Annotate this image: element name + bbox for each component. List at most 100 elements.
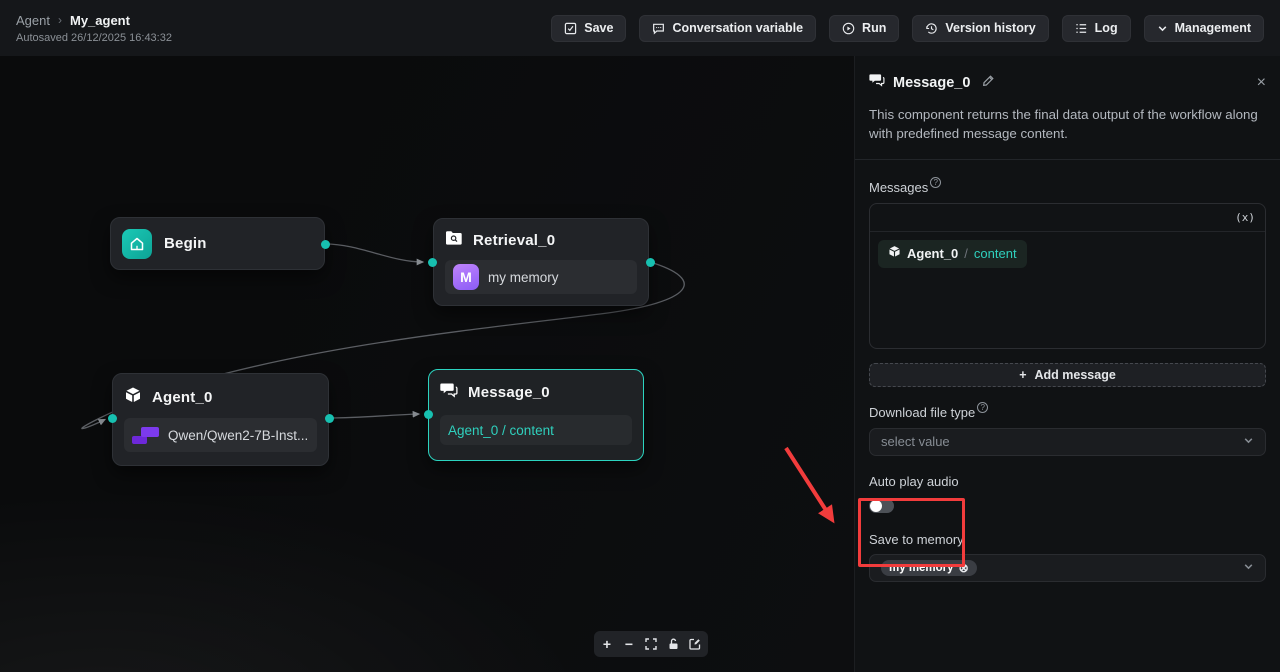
add-message-label: Add message bbox=[1035, 368, 1116, 382]
reference-field-name: content bbox=[974, 246, 1017, 261]
reference-node-name: Agent_0 bbox=[907, 246, 958, 261]
run-button[interactable]: Run bbox=[829, 15, 899, 42]
save-button-label: Save bbox=[584, 21, 613, 35]
panel-title: Message_0 bbox=[893, 75, 970, 91]
breadcrumb-agent[interactable]: Agent bbox=[16, 13, 50, 28]
message-icon bbox=[440, 382, 458, 403]
edge-begin-retrieval bbox=[325, 244, 423, 262]
messages-editor[interactable]: (x) Agent_0 / content bbox=[869, 203, 1266, 349]
messages-label: Messages bbox=[869, 180, 928, 195]
version-history-label: Version history bbox=[945, 21, 1035, 35]
download-file-type-placeholder: select value bbox=[881, 434, 950, 449]
messages-label-row: Messages ? bbox=[869, 180, 1266, 195]
topbar: Agent › My_agent Autosaved 26/12/2025 16… bbox=[0, 0, 1280, 56]
handle-agent-in[interactable] bbox=[108, 414, 117, 423]
topbar-actions: Save Conversation variable Run Version h… bbox=[551, 15, 1264, 42]
compose-icon[interactable] bbox=[686, 635, 704, 653]
management-button-label: Management bbox=[1175, 21, 1251, 35]
download-file-type-label-row: Download file type ? bbox=[869, 405, 1266, 420]
chat-bubble-icon bbox=[652, 22, 665, 35]
variable-reference-chip[interactable]: Agent_0 / content bbox=[878, 240, 1027, 268]
panel-body: Messages ? (x) Agent_0 / content + Add m… bbox=[855, 160, 1280, 582]
breadcrumb: Agent › My_agent bbox=[16, 13, 172, 28]
retrieval-knowledge-item[interactable]: M my memory bbox=[445, 260, 637, 294]
home-icon bbox=[122, 229, 152, 259]
handle-agent-out[interactable] bbox=[325, 414, 334, 423]
panel-description: This component returns the final data ou… bbox=[869, 105, 1266, 144]
breadcrumb-separator: › bbox=[58, 13, 62, 27]
management-button[interactable]: Management bbox=[1144, 15, 1264, 42]
handle-message-in[interactable] bbox=[424, 410, 433, 419]
messages-editor-toolbar: (x) bbox=[870, 204, 1265, 232]
insert-variable-icon[interactable]: (x) bbox=[1235, 211, 1255, 224]
chevron-down-icon bbox=[1157, 23, 1168, 34]
download-file-type-label: Download file type bbox=[869, 405, 975, 420]
download-file-type-select[interactable]: select value bbox=[869, 428, 1266, 456]
auto-play-audio-label-row: Auto play audio bbox=[869, 474, 1266, 489]
node-retrieval-title: Retrieval_0 bbox=[473, 232, 555, 249]
node-settings-panel: Message_0 × This component returns the f… bbox=[854, 56, 1280, 672]
cube-icon bbox=[124, 386, 142, 409]
run-icon bbox=[842, 22, 855, 35]
help-icon: ? bbox=[977, 402, 988, 413]
node-agent[interactable]: Agent_0 Qwen/Qwen2-7B-Inst... bbox=[112, 373, 329, 466]
folder-search-icon bbox=[445, 230, 463, 251]
edge-agent-message bbox=[329, 414, 419, 418]
save-to-memory-label: Save to memory bbox=[869, 532, 964, 547]
save-to-memory-select[interactable]: my memory ⊗ bbox=[869, 554, 1266, 582]
version-history-button[interactable]: Version history bbox=[912, 15, 1048, 42]
cube-icon bbox=[888, 245, 901, 263]
breadcrumb-current: My_agent bbox=[70, 13, 130, 28]
auto-play-audio-toggle[interactable] bbox=[869, 499, 894, 513]
canvas-toolbar: + − bbox=[594, 631, 708, 657]
panel-header: Message_0 × This component returns the f… bbox=[855, 56, 1280, 160]
log-icon bbox=[1075, 22, 1088, 35]
handle-retrieval-in[interactable] bbox=[428, 258, 437, 267]
message-reference-label: Agent_0 / content bbox=[448, 423, 554, 438]
edges-layer bbox=[0, 56, 854, 672]
auto-play-audio-label: Auto play audio bbox=[869, 474, 959, 489]
node-begin-title: Begin bbox=[164, 235, 207, 252]
handle-retrieval-out[interactable] bbox=[646, 258, 655, 267]
message-reference-item[interactable]: Agent_0 / content bbox=[440, 415, 632, 445]
history-icon bbox=[925, 22, 938, 35]
plus-icon: + bbox=[1019, 368, 1026, 382]
save-button[interactable]: Save bbox=[551, 15, 626, 42]
zoom-in-button[interactable]: + bbox=[598, 635, 616, 653]
chevron-down-icon bbox=[1243, 433, 1254, 451]
node-begin[interactable]: Begin bbox=[110, 217, 325, 270]
autosave-status: Autosaved 26/12/2025 16:43:32 bbox=[16, 32, 172, 44]
node-retrieval[interactable]: Retrieval_0 M my memory bbox=[433, 218, 649, 306]
log-button[interactable]: Log bbox=[1062, 15, 1131, 42]
memory-avatar: M bbox=[453, 264, 479, 290]
messages-editor-content[interactable]: Agent_0 / content bbox=[870, 232, 1265, 276]
node-message-title: Message_0 bbox=[468, 384, 550, 401]
help-icon: ? bbox=[930, 177, 941, 188]
close-icon[interactable]: × bbox=[1257, 75, 1266, 91]
retrieval-memory-label: my memory bbox=[488, 270, 559, 285]
workflow-canvas[interactable]: Begin Retrieval_0 M my memory Agent_0 Qw… bbox=[0, 56, 854, 672]
agent-model-item[interactable]: Qwen/Qwen2-7B-Inst... bbox=[124, 418, 317, 452]
topbar-left: Agent › My_agent Autosaved 26/12/2025 16… bbox=[16, 13, 172, 44]
fit-view-icon[interactable] bbox=[642, 635, 660, 653]
handle-begin-out[interactable] bbox=[321, 240, 330, 249]
save-icon bbox=[564, 22, 577, 35]
log-button-label: Log bbox=[1095, 21, 1118, 35]
memory-tag: my memory ⊗ bbox=[881, 560, 977, 576]
remove-tag-icon[interactable]: ⊗ bbox=[959, 562, 969, 574]
message-icon bbox=[869, 73, 885, 92]
toggle-knob bbox=[870, 500, 882, 512]
chevron-down-icon bbox=[1243, 559, 1254, 577]
lock-icon[interactable] bbox=[664, 635, 682, 653]
reference-separator: / bbox=[964, 246, 968, 261]
node-agent-title: Agent_0 bbox=[152, 389, 213, 406]
node-message[interactable]: Message_0 Agent_0 / content bbox=[428, 369, 644, 461]
conversation-variable-label: Conversation variable bbox=[672, 21, 803, 35]
edit-pencil-icon[interactable] bbox=[982, 74, 995, 92]
add-message-button[interactable]: + Add message bbox=[869, 363, 1266, 387]
model-provider-icon bbox=[132, 427, 159, 444]
agent-model-label: Qwen/Qwen2-7B-Inst... bbox=[168, 428, 308, 443]
conversation-variable-button[interactable]: Conversation variable bbox=[639, 15, 816, 42]
run-button-label: Run bbox=[862, 21, 886, 35]
zoom-out-button[interactable]: − bbox=[620, 635, 638, 653]
